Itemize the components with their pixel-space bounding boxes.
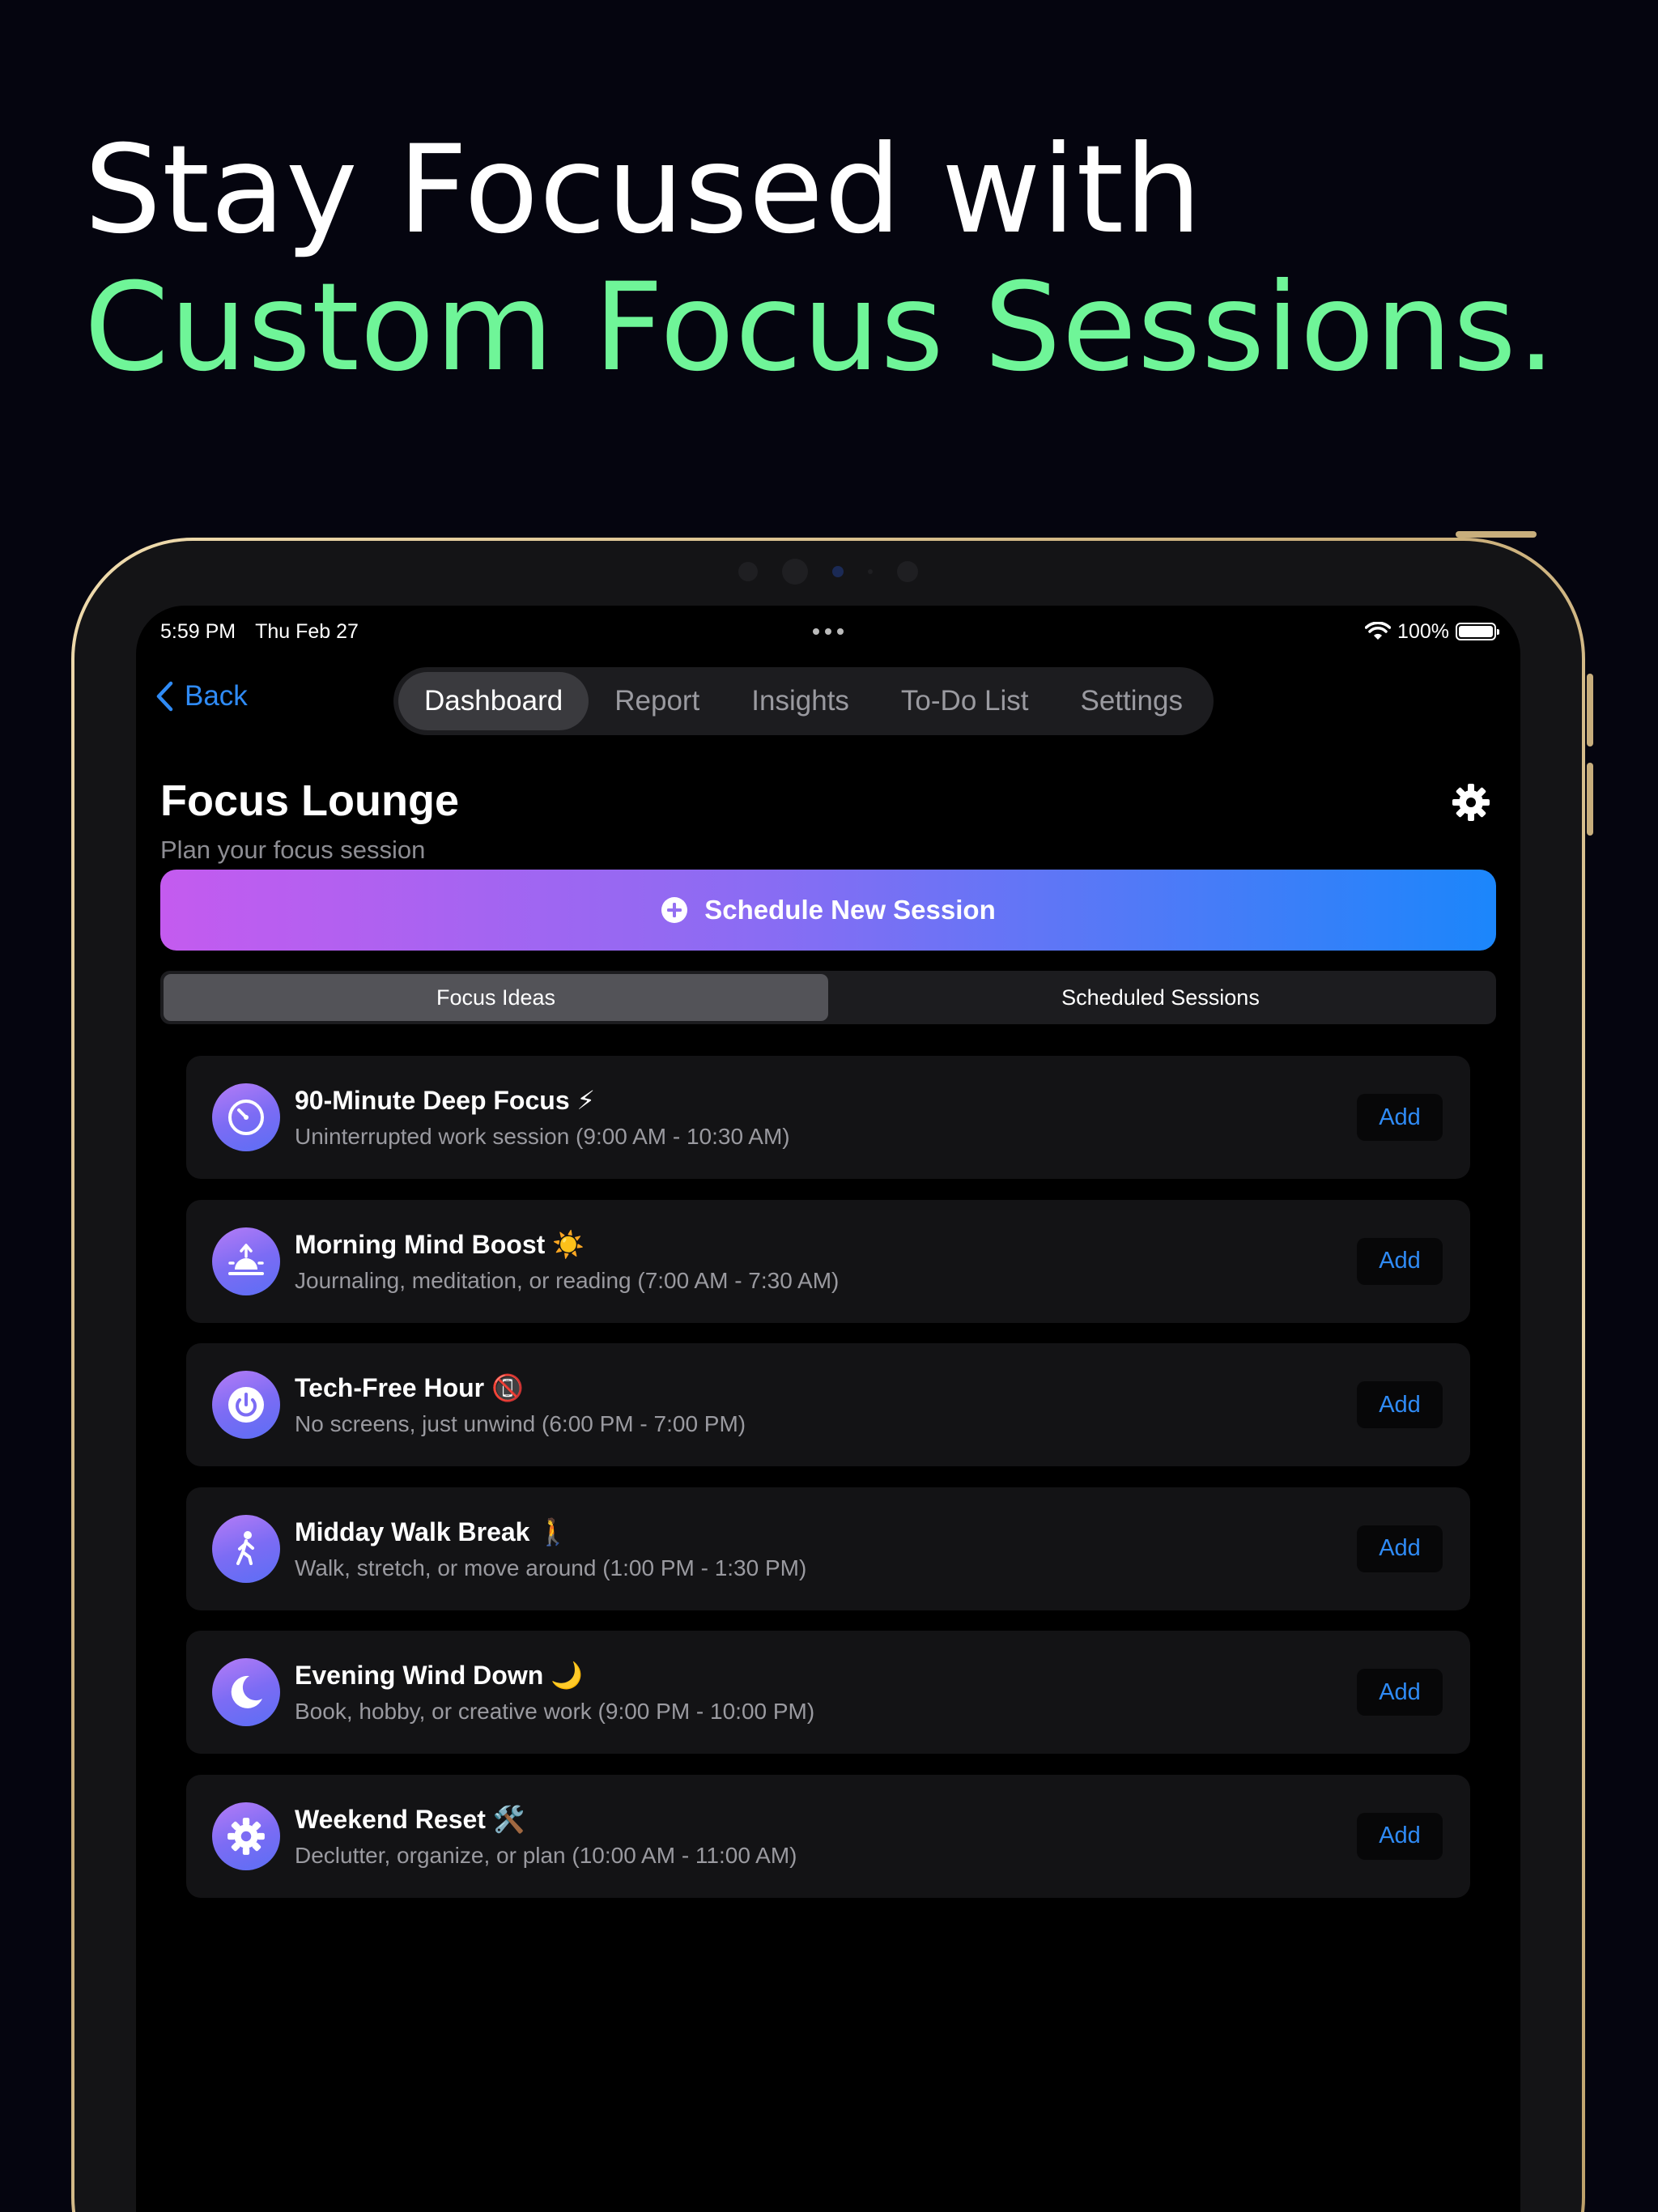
sensor-dot	[868, 569, 873, 574]
gear-icon	[212, 1802, 280, 1870]
status-date: Thu Feb 27	[255, 619, 359, 643]
schedule-label: Schedule New Session	[704, 895, 996, 925]
idea-title: Morning Mind Boost ☀️	[295, 1229, 585, 1259]
segmented-control: Focus Ideas Scheduled Sessions	[160, 971, 1496, 1024]
add-button[interactable]: Add	[1357, 1237, 1443, 1285]
idea-description: Book, hobby, or creative work (9:00 PM -…	[295, 1699, 815, 1724]
focus-ideas-list: 90-Minute Deep Focus ⚡ Uninterrupted wor…	[186, 1056, 1470, 1918]
app-store-screenshot: Stay Focused with Custom Focus Sessions.…	[0, 0, 1658, 2212]
front-camera	[832, 566, 844, 577]
volume-button-down	[1587, 763, 1593, 836]
battery-percent: 100%	[1397, 619, 1449, 643]
segment-focus-ideas[interactable]: Focus Ideas	[164, 974, 828, 1021]
page-header: Focus Lounge Plan your focus session	[160, 776, 459, 865]
idea-title: Weekend Reset 🛠️	[295, 1804, 525, 1834]
list-item: Midday Walk Break 🚶 Walk, stretch, or mo…	[186, 1487, 1470, 1610]
headline-line-1: Stay Focused with	[84, 120, 1203, 261]
device-bezel: 5:59 PM Thu Feb 27 100% Back Dashboard R…	[74, 541, 1582, 2212]
tab-todo-list[interactable]: To-Do List	[875, 672, 1055, 730]
timer-icon	[212, 1083, 280, 1151]
ipad-frame: 5:59 PM Thu Feb 27 100% Back Dashboard R…	[71, 531, 1593, 2212]
list-item: Evening Wind Down 🌙 Book, hobby, or crea…	[186, 1631, 1470, 1754]
idea-description: Walk, stretch, or move around (1:00 PM -…	[295, 1555, 807, 1580]
tab-dashboard[interactable]: Dashboard	[398, 672, 589, 730]
add-button[interactable]: Add	[1357, 1669, 1443, 1716]
status-bar: 5:59 PM Thu Feb 27 100%	[136, 615, 1520, 648]
list-item: Morning Mind Boost ☀️ Journaling, medita…	[186, 1199, 1470, 1323]
list-item: 90-Minute Deep Focus ⚡ Uninterrupted wor…	[186, 1056, 1470, 1179]
idea-title: Midday Walk Break 🚶	[295, 1516, 570, 1546]
back-label: Back	[185, 680, 248, 712]
tab-insights[interactable]: Insights	[725, 672, 875, 730]
headline-line-2: Custom Focus Sessions.	[84, 257, 1557, 398]
sensor-dot	[897, 561, 918, 582]
page-title: Focus Lounge	[160, 776, 459, 825]
status-right: 100%	[1365, 619, 1499, 644]
sensor-dot	[738, 562, 758, 581]
add-button[interactable]: Add	[1357, 1381, 1443, 1428]
wifi-icon	[1365, 622, 1392, 640]
idea-description: Journaling, meditation, or reading (7:00…	[295, 1267, 840, 1293]
sensor-dot	[782, 559, 808, 585]
walking-icon	[212, 1514, 280, 1583]
idea-description: Uninterrupted work session (9:00 AM - 10…	[295, 1124, 790, 1149]
power-icon	[212, 1371, 280, 1439]
battery-icon	[1456, 623, 1499, 640]
back-button[interactable]: Back	[155, 680, 248, 713]
settings-gear-icon[interactable]	[1451, 782, 1491, 823]
idea-title: 90-Minute Deep Focus ⚡	[295, 1086, 595, 1115]
add-button[interactable]: Add	[1357, 1525, 1443, 1572]
top-button	[1456, 531, 1537, 538]
marketing-headline: Stay Focused with Custom Focus Sessions.	[84, 121, 1557, 397]
list-item: Tech-Free Hour 📵 No screens, just unwind…	[186, 1343, 1470, 1466]
idea-title: Tech-Free Hour 📵	[295, 1373, 524, 1402]
add-button[interactable]: Add	[1357, 1812, 1443, 1860]
plus-circle-icon	[661, 897, 688, 923]
camera-sensors	[738, 559, 918, 585]
volume-button-up	[1587, 674, 1593, 747]
sunrise-icon	[212, 1227, 280, 1295]
list-item: Weekend Reset 🛠️ Declutter, organize, or…	[186, 1774, 1470, 1898]
idea-title: Evening Wind Down 🌙	[295, 1661, 583, 1690]
page-subtitle: Plan your focus session	[160, 836, 426, 864]
status-time: 5:59 PM	[160, 619, 236, 643]
idea-description: No screens, just unwind (6:00 PM - 7:00 …	[295, 1411, 746, 1436]
schedule-new-session-button[interactable]: Schedule New Session	[160, 870, 1496, 951]
top-tab-bar: Dashboard Report Insights To-Do List Set…	[393, 667, 1214, 735]
tab-report[interactable]: Report	[589, 672, 725, 730]
moon-icon	[212, 1658, 280, 1726]
segment-scheduled-sessions[interactable]: Scheduled Sessions	[828, 974, 1493, 1021]
app-screen: 5:59 PM Thu Feb 27 100% Back Dashboard R…	[136, 606, 1520, 2212]
add-button[interactable]: Add	[1357, 1094, 1443, 1141]
chevron-left-icon	[156, 681, 173, 712]
multitasking-dots-icon[interactable]	[813, 628, 844, 635]
idea-description: Declutter, organize, or plan (10:00 AM -…	[295, 1842, 797, 1868]
tab-settings[interactable]: Settings	[1054, 672, 1208, 730]
